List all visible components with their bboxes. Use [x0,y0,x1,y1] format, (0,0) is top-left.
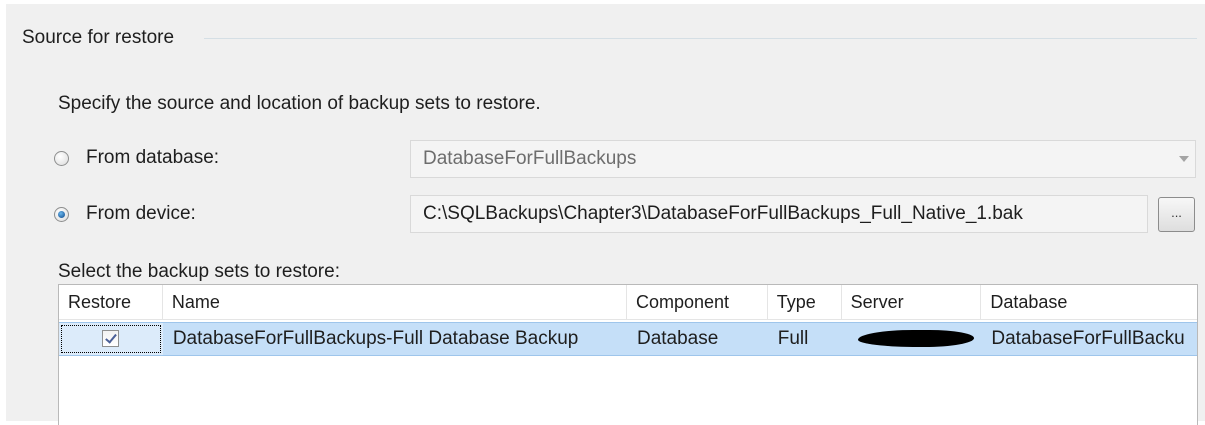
backup-sets-label: Select the backup sets to restore: [58,261,340,282]
column-header-type[interactable]: Type [768,285,842,319]
browse-device-button[interactable]: ... [1158,197,1195,232]
column-header-server[interactable]: Server [842,285,982,319]
from-database-label: From database: [86,147,220,168]
database-cell: DatabaseForFullBacku [991,328,1185,349]
device-path-value: C:\SQLBackups\Chapter3\DatabaseForFullBa… [423,203,1023,224]
column-header-restore[interactable]: Restore [59,285,163,319]
restore-checkbox[interactable] [102,330,119,347]
component-cell: Database [636,328,719,349]
column-header-database[interactable]: Database [981,285,1197,319]
backup-sets-grid[interactable]: Restore Name Component Type Server Datab… [58,284,1198,425]
column-header-component[interactable]: Component [627,285,768,319]
column-header-name[interactable]: Name [163,285,627,319]
restore-cell[interactable] [59,323,163,355]
server-cell [842,323,982,355]
database-dropdown-value: DatabaseForFullBackups [423,148,637,169]
restore-source-panel: Source for restore Specify the source an… [6,4,1205,425]
group-divider [204,38,1197,39]
group-title: Source for restore [22,27,175,48]
device-path-field[interactable]: C:\SQLBackups\Chapter3\DatabaseForFullBa… [410,195,1148,233]
type-cell: Full [777,328,809,349]
redacted-server-name [857,330,974,347]
table-row[interactable]: DatabaseForFullBackups-Full Database Bac… [59,322,1197,356]
from-device-radio[interactable] [54,206,69,222]
from-database-radio[interactable] [54,150,69,166]
instruction-text: Specify the source and location of backu… [58,93,541,114]
from-device-label: From device: [86,203,196,224]
from-database-radio-row[interactable]: From database: [54,146,219,170]
chevron-down-icon[interactable] [1179,156,1189,162]
from-device-radio-row[interactable]: From device: [54,202,196,226]
backup-name-cell: DatabaseForFullBackups-Full Database Bac… [172,328,579,349]
grid-header: Restore Name Component Type Server Datab… [59,285,1197,320]
database-dropdown[interactable]: DatabaseForFullBackups [410,140,1196,178]
